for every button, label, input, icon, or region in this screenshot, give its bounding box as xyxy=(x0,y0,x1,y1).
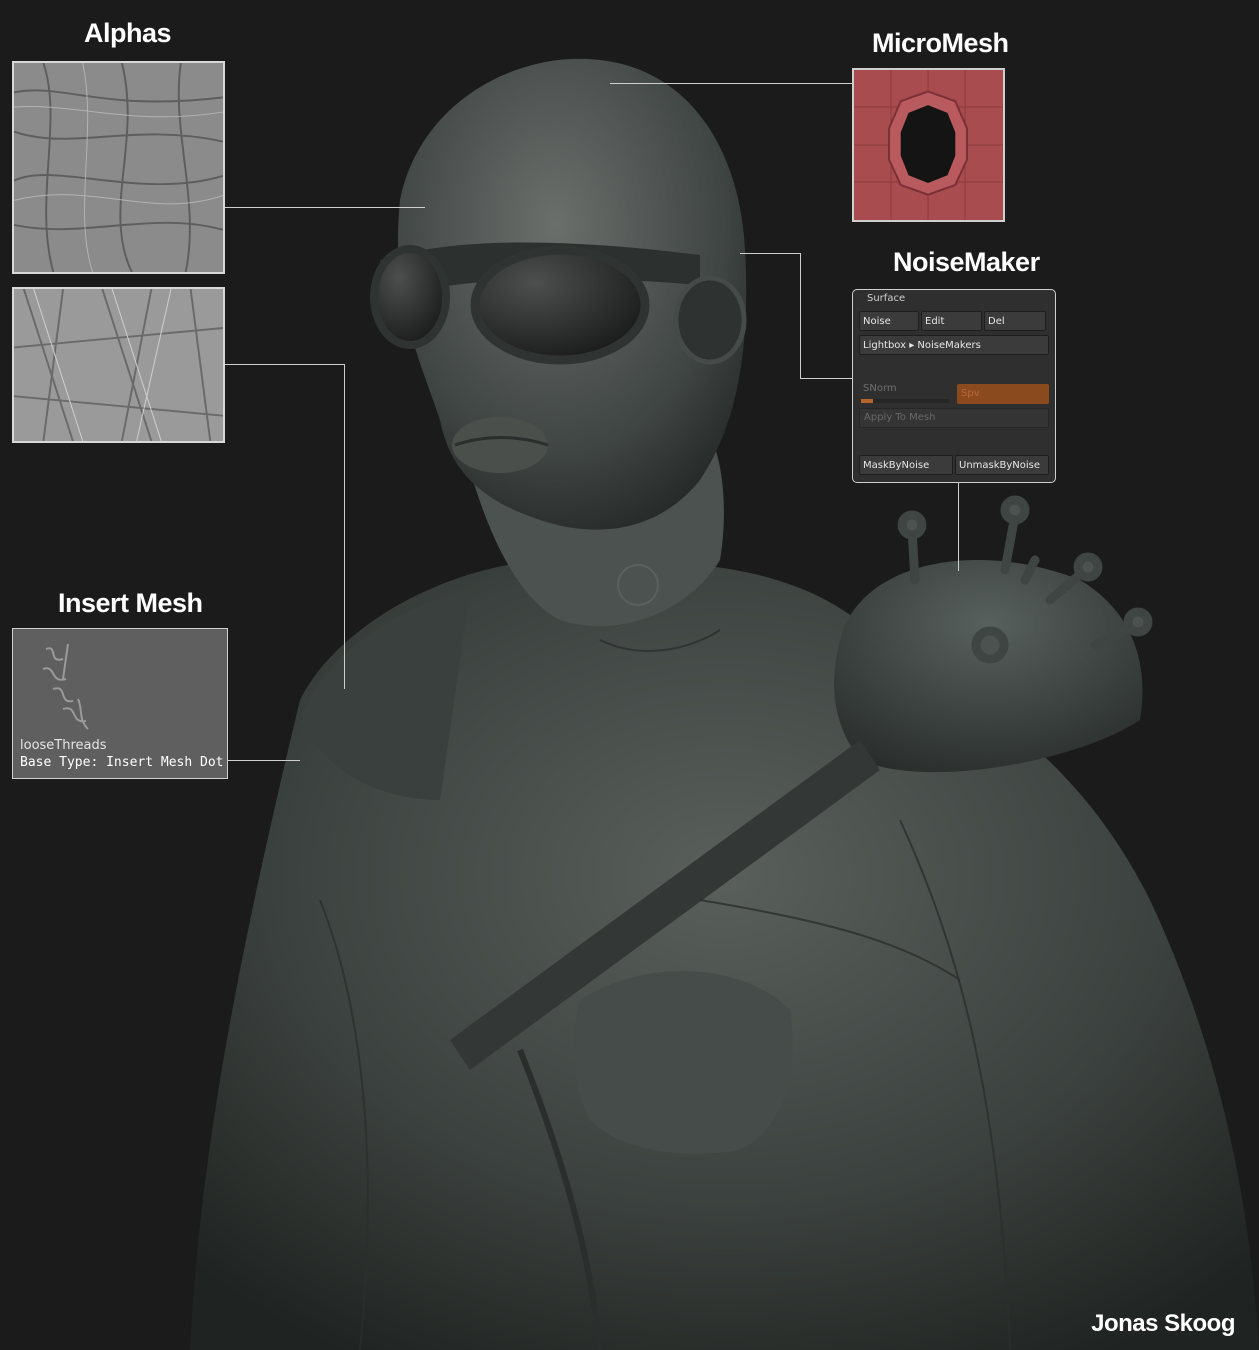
edit-noise-button[interactable]: Edit xyxy=(921,311,982,331)
surface-panel-title: Surface xyxy=(867,293,906,304)
micromesh-thumbnail[interactable] xyxy=(852,68,1005,222)
insert-mesh-brush-name: looseThreads xyxy=(20,738,107,753)
chest-plate xyxy=(573,971,793,1154)
leader-alpha-2-h xyxy=(225,364,345,365)
micromesh-heading: MicroMesh xyxy=(872,28,1009,58)
author-signature: Jonas Skoog xyxy=(1091,1310,1235,1337)
mask-by-noise-button[interactable]: MaskByNoise xyxy=(859,455,953,475)
leader-alpha-1-h xyxy=(225,207,425,208)
leader-alpha-2-v xyxy=(344,364,345,689)
lightbox-noisemakers-button[interactable]: Lightbox ▸ NoiseMakers xyxy=(859,335,1049,355)
insert-mesh-brush-tile[interactable]: looseThreads Base Type: Insert Mesh Dot xyxy=(12,628,228,779)
snorm-label: SNorm xyxy=(863,383,897,394)
leader-insertmesh-h xyxy=(228,760,300,761)
sculpt-breakdown-sheet: Alphas Insert Mesh looseThreads Base Typ… xyxy=(0,0,1259,1350)
loose-threads-icon xyxy=(42,643,89,730)
spv-toggle[interactable]: Spv xyxy=(957,384,1049,404)
shoulder-pad-shape xyxy=(834,560,1143,773)
noisemaker-heading: NoiseMaker xyxy=(893,247,1040,277)
ear-piece xyxy=(673,275,747,365)
leader-shoulder-v xyxy=(958,483,959,571)
snorm-slider[interactable] xyxy=(861,399,949,403)
goggle-left-lens xyxy=(370,245,450,349)
leader-noisemaker-h1 xyxy=(740,253,801,254)
noise-button[interactable]: Noise xyxy=(859,311,919,331)
alpha-thumbnail-leather[interactable] xyxy=(12,61,225,274)
delete-noise-button[interactable]: Del xyxy=(984,311,1046,331)
leader-noisemaker-h2 xyxy=(800,378,852,379)
apply-to-mesh-button[interactable]: Apply To Mesh xyxy=(859,408,1049,428)
goggle-right-lens xyxy=(470,245,650,365)
alpha-thumbnail-fabric[interactable] xyxy=(12,287,225,443)
insert-mesh-base-type: Base Type: Insert Mesh Dot xyxy=(20,755,224,770)
leader-micromesh-h xyxy=(610,83,852,84)
leader-noisemaker-v xyxy=(800,253,801,379)
insert-mesh-heading: Insert Mesh xyxy=(58,588,203,618)
noisemaker-surface-panel: Surface Noise Edit Del Lightbox ▸ NoiseM… xyxy=(852,289,1056,483)
lips-shape xyxy=(452,417,548,473)
alphas-heading: Alphas xyxy=(84,18,172,48)
unmask-by-noise-button[interactable]: UnmaskByNoise xyxy=(955,455,1049,475)
